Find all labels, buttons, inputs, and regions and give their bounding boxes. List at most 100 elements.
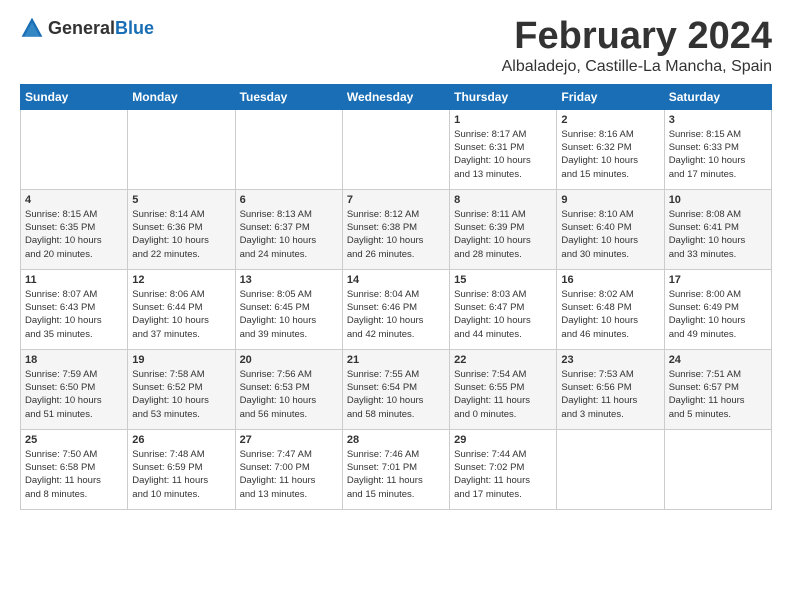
day-number: 15: [454, 274, 552, 286]
day-info: Sunrise: 8:13 AM Sunset: 6:37 PM Dayligh…: [240, 208, 338, 261]
day-number: 12: [132, 274, 230, 286]
day-number: 22: [454, 354, 552, 366]
header-day-thursday: Thursday: [450, 84, 557, 109]
calendar-cell: [235, 109, 342, 189]
calendar-cell: 1 Sunrise: 8:17 AM Sunset: 6:31 PM Daylig…: [450, 109, 557, 189]
day-info: Sunrise: 8:15 AM Sunset: 6:35 PM Dayligh…: [25, 208, 123, 261]
day-number: 10: [669, 194, 767, 206]
calendar-cell: 27 Sunrise: 7:47 AM Sunset: 7:00 PM Dayli…: [235, 429, 342, 509]
day-info: Sunrise: 7:55 AM Sunset: 6:54 PM Dayligh…: [347, 368, 445, 421]
day-number: 19: [132, 354, 230, 366]
calendar-cell: 28 Sunrise: 7:46 AM Sunset: 7:01 PM Dayli…: [342, 429, 449, 509]
calendar-cell: 16 Sunrise: 8:02 AM Sunset: 6:48 PM Dayli…: [557, 269, 664, 349]
calendar-cell: 24 Sunrise: 7:51 AM Sunset: 6:57 PM Dayli…: [664, 349, 771, 429]
calendar-week-row: 11Sunrise: 8:07 AM Sunset: 6:43 PM Dayli…: [21, 269, 772, 349]
calendar-cell: 23Sunrise: 7:53 AM Sunset: 6:56 PM Dayli…: [557, 349, 664, 429]
calendar-cell: [21, 109, 128, 189]
calendar-cell: 25 Sunrise: 7:50 AM Sunset: 6:58 PM Dayli…: [21, 429, 128, 509]
day-number: 9: [561, 194, 659, 206]
calendar-table: SundayMondayTuesdayWednesdayThursdayFrid…: [20, 84, 772, 510]
calendar-cell: 15Sunrise: 8:03 AM Sunset: 6:47 PM Dayli…: [450, 269, 557, 349]
header-day-tuesday: Tuesday: [235, 84, 342, 109]
day-info: Sunrise: 8:17 AM Sunset: 6:31 PM Dayligh…: [454, 128, 552, 181]
calendar-cell: 3 Sunrise: 8:15 AM Sunset: 6:33 PM Daylig…: [664, 109, 771, 189]
day-number: 24: [669, 354, 767, 366]
title-area: February 2024 Albaladejo, Castille-La Ma…: [502, 16, 772, 76]
day-number: 17: [669, 274, 767, 286]
calendar-cell: 8 Sunrise: 8:11 AM Sunset: 6:39 PM Daylig…: [450, 189, 557, 269]
day-number: 25: [25, 434, 123, 446]
day-info: Sunrise: 7:46 AM Sunset: 7:01 PM Dayligh…: [347, 448, 445, 501]
calendar-cell: 26 Sunrise: 7:48 AM Sunset: 6:59 PM Dayli…: [128, 429, 235, 509]
day-number: 7: [347, 194, 445, 206]
day-info: Sunrise: 7:54 AM Sunset: 6:55 PM Dayligh…: [454, 368, 552, 421]
day-info: Sunrise: 8:11 AM Sunset: 6:39 PM Dayligh…: [454, 208, 552, 261]
day-number: 6: [240, 194, 338, 206]
day-info: Sunrise: 8:00 AM Sunset: 6:49 PM Dayligh…: [669, 288, 767, 341]
day-info: Sunrise: 8:05 AM Sunset: 6:45 PM Dayligh…: [240, 288, 338, 341]
logo-text-general: General: [48, 18, 115, 38]
day-info: Sunrise: 7:58 AM Sunset: 6:52 PM Dayligh…: [132, 368, 230, 421]
day-info: Sunrise: 8:04 AM Sunset: 6:46 PM Dayligh…: [347, 288, 445, 341]
day-info: Sunrise: 8:02 AM Sunset: 6:48 PM Dayligh…: [561, 288, 659, 341]
calendar-cell: 6 Sunrise: 8:13 AM Sunset: 6:37 PM Daylig…: [235, 189, 342, 269]
calendar-cell: 21 Sunrise: 7:55 AM Sunset: 6:54 PM Dayli…: [342, 349, 449, 429]
header-day-monday: Monday: [128, 84, 235, 109]
calendar-cell: 10 Sunrise: 8:08 AM Sunset: 6:41 PM Dayli…: [664, 189, 771, 269]
day-info: Sunrise: 7:50 AM Sunset: 6:58 PM Dayligh…: [25, 448, 123, 501]
calendar-cell: [557, 429, 664, 509]
calendar-cell: 29Sunrise: 7:44 AM Sunset: 7:02 PM Dayli…: [450, 429, 557, 509]
day-number: 26: [132, 434, 230, 446]
calendar-cell: 9 Sunrise: 8:10 AM Sunset: 6:40 PM Daylig…: [557, 189, 664, 269]
header-day-sunday: Sunday: [21, 84, 128, 109]
calendar-cell: 19 Sunrise: 7:58 AM Sunset: 6:52 PM Dayli…: [128, 349, 235, 429]
day-info: Sunrise: 7:48 AM Sunset: 6:59 PM Dayligh…: [132, 448, 230, 501]
calendar-cell: 7 Sunrise: 8:12 AM Sunset: 6:38 PM Daylig…: [342, 189, 449, 269]
day-number: 20: [240, 354, 338, 366]
logo-text-blue: Blue: [115, 18, 154, 38]
calendar-cell: 14 Sunrise: 8:04 AM Sunset: 6:46 PM Dayli…: [342, 269, 449, 349]
logo: GeneralBlue: [20, 16, 154, 40]
day-number: 3: [669, 114, 767, 126]
day-number: 14: [347, 274, 445, 286]
calendar-body: 1 Sunrise: 8:17 AM Sunset: 6:31 PM Daylig…: [21, 109, 772, 509]
calendar-week-row: 18Sunrise: 7:59 AM Sunset: 6:50 PM Dayli…: [21, 349, 772, 429]
calendar-cell: 13 Sunrise: 8:05 AM Sunset: 6:45 PM Dayli…: [235, 269, 342, 349]
day-number: 23: [561, 354, 659, 366]
day-number: 2: [561, 114, 659, 126]
month-title: February 2024: [502, 16, 772, 58]
day-info: Sunrise: 8:15 AM Sunset: 6:33 PM Dayligh…: [669, 128, 767, 181]
header-day-friday: Friday: [557, 84, 664, 109]
day-number: 16: [561, 274, 659, 286]
day-number: 28: [347, 434, 445, 446]
day-number: 5: [132, 194, 230, 206]
header-day-wednesday: Wednesday: [342, 84, 449, 109]
logo-icon: [20, 16, 44, 40]
calendar-header-row: SundayMondayTuesdayWednesdayThursdayFrid…: [21, 84, 772, 109]
day-number: 27: [240, 434, 338, 446]
day-number: 1: [454, 114, 552, 126]
calendar-cell: 4Sunrise: 8:15 AM Sunset: 6:35 PM Daylig…: [21, 189, 128, 269]
day-number: 21: [347, 354, 445, 366]
calendar-cell: [664, 429, 771, 509]
location-title: Albaladejo, Castille-La Mancha, Spain: [502, 58, 772, 76]
calendar-cell: 12Sunrise: 8:06 AM Sunset: 6:44 PM Dayli…: [128, 269, 235, 349]
day-info: Sunrise: 7:51 AM Sunset: 6:57 PM Dayligh…: [669, 368, 767, 421]
calendar-cell: 18Sunrise: 7:59 AM Sunset: 6:50 PM Dayli…: [21, 349, 128, 429]
day-info: Sunrise: 8:16 AM Sunset: 6:32 PM Dayligh…: [561, 128, 659, 181]
day-info: Sunrise: 8:10 AM Sunset: 6:40 PM Dayligh…: [561, 208, 659, 261]
day-number: 13: [240, 274, 338, 286]
day-info: Sunrise: 8:08 AM Sunset: 6:41 PM Dayligh…: [669, 208, 767, 261]
header-day-saturday: Saturday: [664, 84, 771, 109]
calendar-cell: [342, 109, 449, 189]
day-info: Sunrise: 7:47 AM Sunset: 7:00 PM Dayligh…: [240, 448, 338, 501]
day-info: Sunrise: 8:07 AM Sunset: 6:43 PM Dayligh…: [25, 288, 123, 341]
page-header: GeneralBlue February 2024 Albaladejo, Ca…: [20, 16, 772, 76]
day-info: Sunrise: 8:12 AM Sunset: 6:38 PM Dayligh…: [347, 208, 445, 261]
day-info: Sunrise: 7:59 AM Sunset: 6:50 PM Dayligh…: [25, 368, 123, 421]
calendar-cell: 11Sunrise: 8:07 AM Sunset: 6:43 PM Dayli…: [21, 269, 128, 349]
calendar-cell: 17 Sunrise: 8:00 AM Sunset: 6:49 PM Dayli…: [664, 269, 771, 349]
calendar-cell: 22 Sunrise: 7:54 AM Sunset: 6:55 PM Dayli…: [450, 349, 557, 429]
day-number: 8: [454, 194, 552, 206]
calendar-cell: 5Sunrise: 8:14 AM Sunset: 6:36 PM Daylig…: [128, 189, 235, 269]
